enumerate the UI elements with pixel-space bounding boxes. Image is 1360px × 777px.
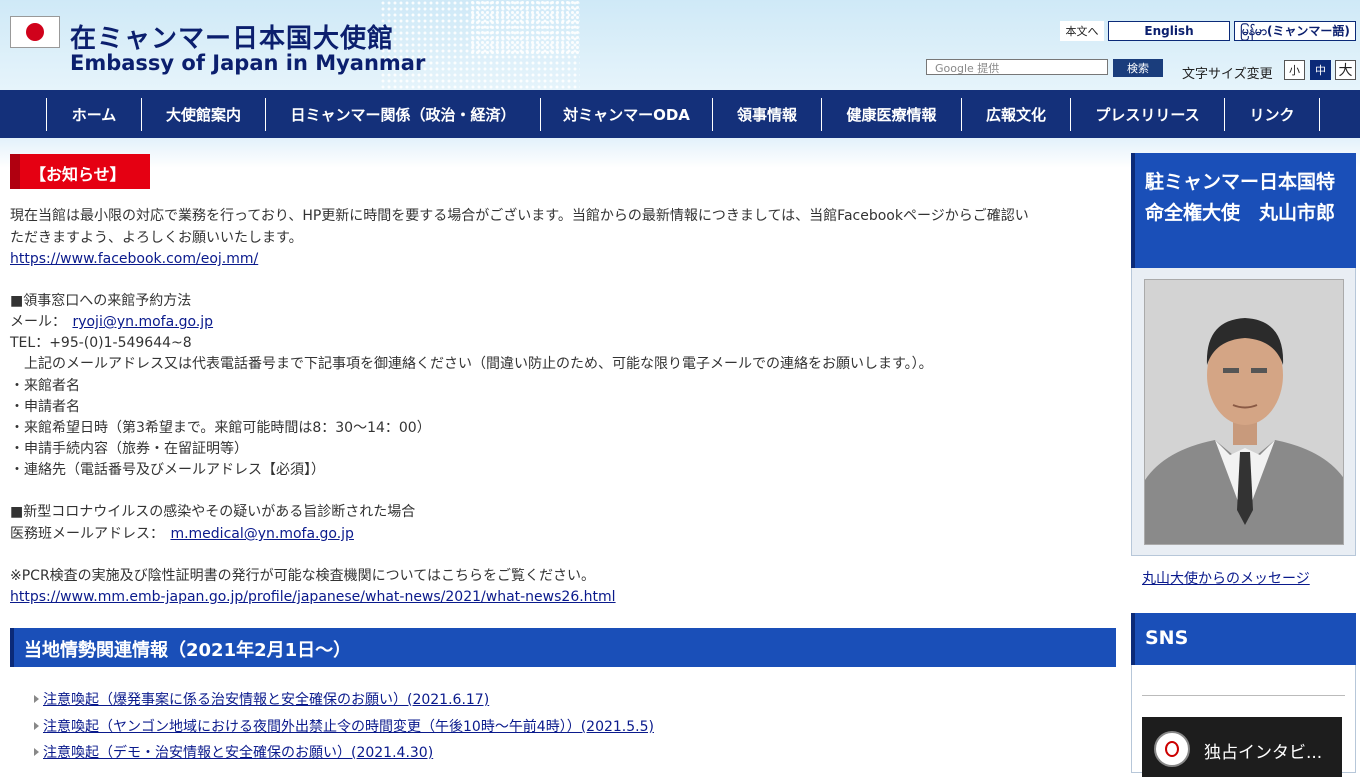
consular-email-link[interactable]: ryoji@yn.mofa.go.jp (72, 314, 213, 330)
covid-heading: ■新型コロナウイルスの感染やその疑いがある旨診断された場合 (10, 504, 416, 520)
local-info-item: 注意喚起（ヤンゴン地域における夜間外出禁止令の時間変更（午後10時〜午前4時））… (34, 716, 654, 736)
notice-text-line1: 現在当館は最小限の対応で業務を行っており、HP更新に時間を要する場合がございます… (10, 208, 1029, 224)
video-thumbnail[interactable]: 独占インタビ... (1142, 717, 1342, 777)
nav-separator (1319, 98, 1320, 131)
facebook-link[interactable]: https://www.facebook.com/eoj.mm/ (10, 249, 258, 270)
consular-item: ・申請手続内容（旅券・在留証明等） (10, 441, 248, 457)
font-size-small-button[interactable]: 小 (1284, 60, 1305, 80)
ambassador-heading: 駐ミャンマー日本国特命全権大使 丸山市郎 (1131, 153, 1356, 268)
language-english-button[interactable]: English (1108, 21, 1230, 41)
ambassador-message-area: 丸山大使からのメッセージ (1131, 555, 1356, 597)
global-navigation: ホーム 大使館案内 日ミャンマー関係（政治・経済） 対ミャンマーODA 領事情報… (0, 90, 1360, 138)
font-size-large-button[interactable]: 大 (1335, 60, 1356, 80)
nav-item-press[interactable]: プレスリリース (1071, 98, 1224, 131)
local-info-item: 注意喚起（爆発事案に係る治安情報と安全確保のお願い）(2021.6.17) (34, 689, 489, 709)
site-title-en[interactable]: Embassy of Japan in Myanmar (70, 51, 425, 75)
medical-email-row: 医務班メールアドレス： m.medical@yn.mofa.go.jp (10, 524, 354, 545)
site-header: 在ミャンマー日本国大使館 Embassy of Japan in Myanmar… (0, 0, 1360, 90)
notice-text-line2: ただきますよう、よろしくお願いいたします。 (10, 230, 303, 246)
triangle-bullet-icon (34, 722, 39, 730)
consular-heading: ■領事窓口への来館予約方法 (10, 293, 192, 309)
consular-tel: TEL：+95-(0)1-549644~8 (10, 335, 192, 351)
local-info-link[interactable]: 注意喚起（ヤンゴン地域における夜間外出禁止令の時間変更（午後10時〜午前4時））… (43, 719, 654, 735)
local-info-item: 注意喚起（デモ・治安情報と安全確保のお願い）(2021.4.30) (34, 742, 433, 762)
ambassador-heading-text: 駐ミャンマー日本国特命全権大使 丸山市郎 (1145, 171, 1336, 224)
notice-heading-text: 【お知らせ】 (30, 165, 126, 184)
world-map-decoration-2 (470, 0, 580, 55)
sns-divider (1142, 695, 1345, 696)
consular-item: ・連絡先（電話番号及びメールアドレス【必須】） (10, 462, 325, 478)
font-size-medium-button[interactable]: 中 (1310, 60, 1331, 80)
nav-item-consular[interactable]: 領事情報 (713, 98, 821, 131)
channel-logo-icon (1154, 731, 1190, 767)
medical-email-link[interactable]: m.medical@yn.mofa.go.jp (170, 526, 353, 542)
local-info-link[interactable]: 注意喚起（爆発事案に係る治安情報と安全確保のお願い）(2021.6.17) (43, 692, 489, 708)
triangle-bullet-icon (34, 748, 39, 756)
font-size-label: 文字サイズ変更 (1182, 67, 1273, 82)
consular-item: ・来館者名 (10, 378, 80, 394)
pcr-link[interactable]: https://www.mm.emb-japan.go.jp/profile/j… (10, 587, 616, 608)
japan-flag-icon (10, 16, 60, 48)
nav-item-health[interactable]: 健康医療情報 (822, 98, 961, 131)
site-title-ja[interactable]: 在ミャンマー日本国大使館 (70, 18, 394, 55)
sns-heading: SNS (1131, 613, 1356, 665)
consular-item: ・申請者名 (10, 399, 80, 415)
mail-label: メール： (10, 314, 66, 330)
nav-item-links[interactable]: リンク (1225, 98, 1319, 131)
ambassador-message-link[interactable]: 丸山大使からのメッセージ (1142, 568, 1310, 588)
triangle-bullet-icon (34, 695, 39, 703)
ambassador-portrait-image (1145, 280, 1343, 544)
nav-item-oda[interactable]: 対ミャンマーODA (541, 98, 712, 131)
nav-item-culture[interactable]: 広報文化 (962, 98, 1070, 131)
sns-heading-text: SNS (1145, 627, 1189, 649)
nav-item-embassy[interactable]: 大使館案内 (142, 98, 265, 131)
ambassador-photo (1144, 279, 1344, 545)
language-myanmar-button[interactable]: မြန်မာ(ミャンマー語) (1234, 21, 1356, 41)
search-input[interactable]: Google 提供 (926, 59, 1108, 75)
local-info-link[interactable]: 注意喚起（デモ・治安情報と安全確保のお願い）(2021.4.30) (43, 745, 433, 761)
pcr-note: ※PCR検査の実施及び陰性証明書の発行が可能な検査機関についてはこちらをご覧くだ… (10, 568, 595, 584)
consular-instruction: 上記のメールアドレス又は代表電話番号まで下記事項を御連絡ください（間違い防止のた… (10, 356, 933, 372)
video-title: 独占インタビ... (1204, 743, 1323, 763)
search-button[interactable]: 検索 (1113, 59, 1163, 77)
nav-item-relations[interactable]: 日ミャンマー関係（政治・経済） (266, 98, 540, 131)
nav-item-home[interactable]: ホーム (47, 98, 141, 131)
medical-label: 医務班メールアドレス： (10, 526, 164, 542)
local-info-heading: 当地情勢関連情報（2021年2月1日〜） (10, 628, 1116, 667)
skip-to-content-link[interactable]: 本文へ (1060, 21, 1104, 41)
consular-item: ・来館希望日時（第3希望まで。来館可能時間は8：30〜14：00） (10, 420, 431, 436)
local-info-heading-text: 当地情勢関連情報（2021年2月1日〜） (24, 640, 352, 661)
consular-email-row: メール： ryoji@yn.mofa.go.jp (10, 312, 213, 333)
notice-heading: 【お知らせ】 (10, 154, 150, 189)
